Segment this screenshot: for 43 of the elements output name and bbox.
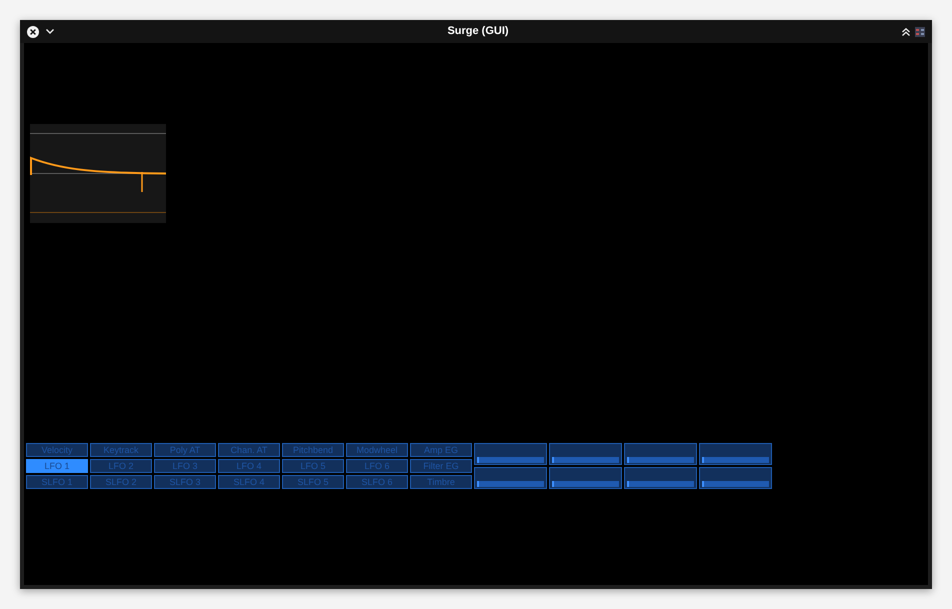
modulation-source-button[interactable]: Amp EG	[410, 443, 472, 457]
macro-slider[interactable]	[699, 443, 772, 465]
slider-track[interactable]	[627, 481, 694, 487]
modulation-source-button[interactable]: SLFO 4	[218, 475, 280, 489]
macro-slider[interactable]	[624, 467, 697, 489]
close-icon[interactable]	[27, 26, 39, 38]
modulation-source-button[interactable]: SLFO 1	[26, 475, 88, 489]
app-icon[interactable]	[915, 26, 925, 36]
window-title: Surge (GUI)	[447, 26, 509, 37]
macro-slider[interactable]	[549, 443, 622, 465]
modulation-source-button[interactable]: LFO 6	[346, 459, 408, 473]
slider-track[interactable]	[477, 481, 544, 487]
modulation-source-button[interactable]: LFO 3	[154, 459, 216, 473]
slider-track[interactable]	[477, 457, 544, 463]
modulation-source-button[interactable]: Poly AT	[154, 443, 216, 457]
macro-slider[interactable]	[474, 467, 547, 489]
macro-slider[interactable]	[549, 467, 622, 489]
slider-track[interactable]	[702, 481, 769, 487]
modulation-source-button[interactable]: Filter EG	[410, 459, 472, 473]
slider-track[interactable]	[702, 457, 769, 463]
modulation-source-button[interactable]: SLFO 6	[346, 475, 408, 489]
modulation-source-button[interactable]: Chan. AT	[218, 443, 280, 457]
slider-track[interactable]	[552, 481, 619, 487]
slider-track[interactable]	[627, 457, 694, 463]
modulation-source-button[interactable]: Timbre	[410, 475, 472, 489]
modulation-source-button[interactable]: LFO 5	[282, 459, 344, 473]
modulation-source-button[interactable]: Modwheel	[346, 443, 408, 457]
modulation-source-button[interactable]: LFO 4	[218, 459, 280, 473]
slider-track[interactable]	[552, 457, 619, 463]
modulation-source-button[interactable]: SLFO 3	[154, 475, 216, 489]
double-chevron-up-icon[interactable]	[902, 28, 910, 36]
modulation-source-button[interactable]: SLFO 2	[90, 475, 152, 489]
modulation-source-button[interactable]: Velocity	[26, 443, 88, 457]
modulation-source-button[interactable]: Pitchbend	[282, 443, 344, 457]
chevron-down-icon[interactable]	[46, 29, 54, 34]
macro-slider[interactable]	[624, 443, 697, 465]
macro-slider[interactable]	[699, 467, 772, 489]
modulation-source-button[interactable]: LFO 1	[26, 459, 88, 473]
playhead-marker	[141, 172, 143, 192]
modulation-source-button[interactable]: LFO 2	[90, 459, 152, 473]
modulation-source-button[interactable]: Keytrack	[90, 443, 152, 457]
modulation-source-button[interactable]: SLFO 5	[282, 475, 344, 489]
macro-slider[interactable]	[474, 443, 547, 465]
